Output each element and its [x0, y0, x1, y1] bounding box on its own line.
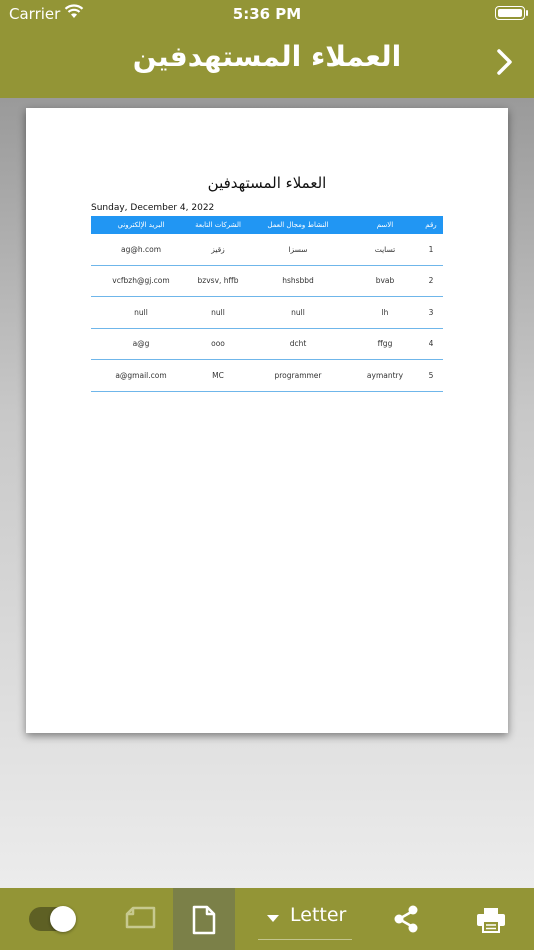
- cell-affiliates: MC: [212, 370, 224, 380]
- cell-activity: dcht: [289, 339, 307, 349]
- cell-affiliates: null: [211, 307, 225, 317]
- cell-number: 3: [428, 307, 434, 317]
- cell-number: 2: [428, 276, 434, 286]
- portrait-orientation-icon: [192, 905, 216, 935]
- cell-name: aymantry: [366, 370, 404, 380]
- column-header-activity: النشاط ومجال العمل: [267, 221, 329, 229]
- color-toggle[interactable]: [29, 906, 76, 932]
- table-row: a@gmail.com MC programmer aymantry 5: [91, 360, 443, 392]
- bottom-toolbar: Letter: [0, 888, 534, 950]
- cell-activity: hshsbbd: [282, 276, 314, 286]
- cell-activity: programmer: [274, 370, 322, 380]
- navigation-header: Carrier 5:36 PM العملاء المستهدفين: [0, 0, 534, 98]
- cell-name: تسايت: [374, 244, 396, 254]
- paper-size-label: Letter: [290, 904, 347, 926]
- portrait-orientation-button[interactable]: [173, 888, 235, 950]
- cell-name: bvab: [375, 276, 395, 286]
- column-header-number: رقم: [425, 221, 437, 229]
- table-row: null null null lh 3: [91, 297, 443, 329]
- cell-email: ag@h.com: [120, 244, 161, 254]
- battery-icon: [495, 6, 528, 20]
- paper-size-dropdown[interactable]: Letter: [258, 902, 352, 940]
- cell-email: a@g: [132, 339, 150, 349]
- column-header-email: البريد الإلكتروني: [117, 221, 165, 229]
- column-header-name: الاسم: [376, 221, 394, 229]
- customers-table: البريد الإلكتروني الشركات التابعة النشاط…: [91, 216, 443, 392]
- cell-number: 5: [428, 370, 434, 380]
- cell-email: vcfbzh@gj.com: [112, 276, 170, 286]
- print-preview-area[interactable]: العملاء المستهدفين Sunday, December 4, 2…: [0, 98, 534, 888]
- cell-name: lh: [381, 307, 389, 317]
- cell-name: ffgg: [377, 339, 393, 349]
- toggle-knob: [50, 906, 76, 932]
- cell-number: 1: [428, 244, 434, 254]
- cell-email: null: [134, 307, 148, 317]
- status-time: 5:36 PM: [232, 5, 302, 23]
- table-header: البريد الإلكتروني الشركات التابعة النشاط…: [91, 216, 443, 234]
- cell-affiliates: bzvsv, hffb: [197, 276, 239, 286]
- table-row: vcfbzh@gj.com bzvsv, hffb hshsbbd bvab 2: [91, 266, 443, 297]
- page-title: العملاء المستهدفين: [132, 40, 402, 73]
- cell-affiliates: ooo: [211, 339, 225, 349]
- chevron-right-icon[interactable]: [494, 47, 516, 77]
- cell-email: a@gmail.com: [115, 370, 167, 380]
- status-bar: Carrier 5:36 PM: [0, 0, 534, 28]
- cell-number: 4: [428, 339, 434, 349]
- table-row: ag@h.com زقيز سسزا تسايت 1: [91, 234, 443, 266]
- table-row: a@g ooo dcht ffgg 4: [91, 329, 443, 360]
- cell-activity: سسزا: [288, 244, 308, 254]
- cell-affiliates: زقيز: [211, 244, 225, 254]
- document-page: العملاء المستهدفين Sunday, December 4, 2…: [26, 108, 508, 733]
- cell-activity: null: [291, 307, 305, 317]
- landscape-orientation-icon[interactable]: [125, 906, 157, 930]
- document-title: العملاء المستهدفين: [207, 174, 327, 192]
- print-icon[interactable]: [476, 906, 506, 934]
- document-date: Sunday, December 4, 2022: [91, 203, 215, 213]
- share-icon[interactable]: [393, 905, 419, 933]
- column-header-affiliates: الشركات التابعة: [195, 221, 241, 229]
- caret-down-icon: [267, 915, 279, 922]
